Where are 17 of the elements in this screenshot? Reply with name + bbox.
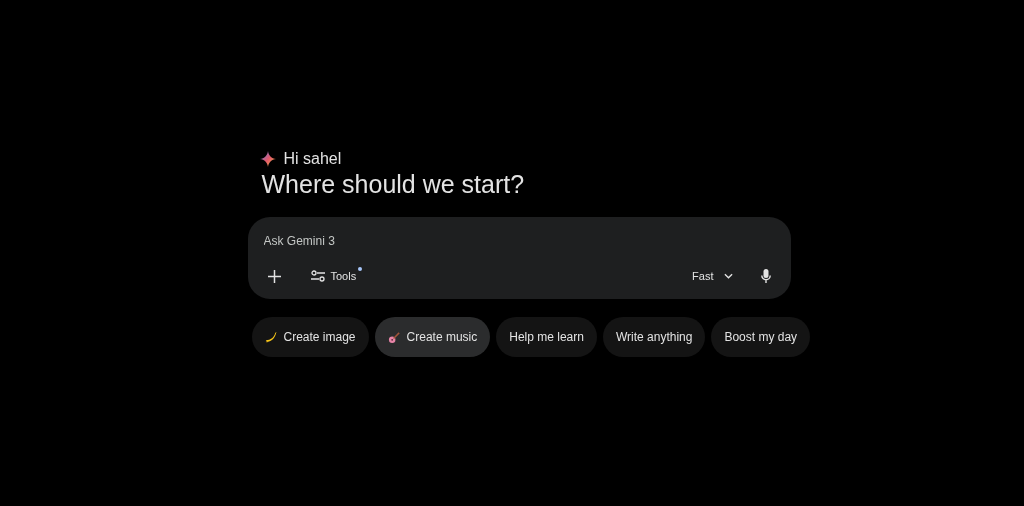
- prompt-field[interactable]: Ask Gemini 3: [263, 234, 564, 248]
- guitar-icon: [387, 330, 401, 344]
- tools-button[interactable]: Tools: [306, 266, 361, 286]
- suggestion-chip[interactable]: Create image: [251, 317, 369, 357]
- plus-icon: [267, 269, 281, 283]
- mode-dropdown[interactable]: Fast: [688, 266, 737, 286]
- suggestion-chip[interactable]: Create music: [374, 317, 491, 357]
- suggestion-chip[interactable]: Write anything: [602, 317, 706, 357]
- greeting: Hi sahel: [283, 150, 342, 168]
- sliders-icon: [310, 270, 325, 282]
- banana-icon: [264, 330, 278, 344]
- microphone-icon: [760, 269, 771, 283]
- suggestion-chip[interactable]: Help me learn: [496, 317, 597, 357]
- sparkle-icon: [259, 151, 276, 167]
- suggestion-chip[interactable]: Boost my day: [711, 317, 811, 357]
- heading: Where should we start?: [261, 170, 526, 199]
- chevron-down-icon: [723, 273, 733, 279]
